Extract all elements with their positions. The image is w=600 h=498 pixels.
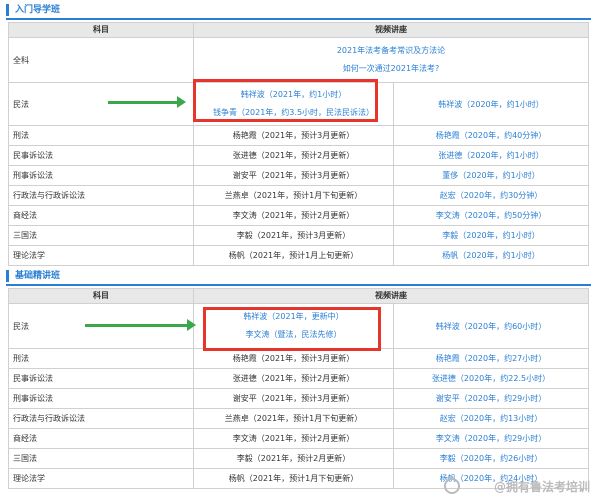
video-link[interactable]: 董侈（2020年，约1小时）	[393, 165, 589, 186]
table-header-row: 科目 视频讲座	[8, 22, 589, 38]
video-link[interactable]: 谢安平（2020年，约29小时）	[393, 388, 589, 409]
video-cell-2021: 张进德（2021年，预计2月更新）	[193, 145, 394, 166]
table-row: 行政法与行政诉讼法 兰燕卓（2021年，预计1月下旬更新） 赵宏（2020年，约13…	[8, 408, 589, 429]
table-row: 刑事诉讼法 谢安平（2021年，预计3月更新） 董侈（2020年，约1小时）	[8, 165, 589, 186]
video-cell-2021: 杨帆（2021年，预计1月下旬更新）	[193, 468, 394, 489]
video-cell-2021: 谢安平（2021年，预计3月更新）	[193, 388, 394, 409]
subject-cell: 民法	[8, 82, 194, 126]
video-link[interactable]: 杨艳霞（2020年，约40分钟）	[393, 125, 589, 146]
header-subject: 科目	[8, 22, 194, 38]
table-row: 三国法 李毅（2021年，预计3月更新） 李毅（2020年，约1小时）	[8, 225, 589, 246]
table-row: 商经法 李文涛（2021年，预计2月更新） 李文涛（2020年，约29小时）	[8, 428, 589, 449]
table-header-row: 科目 视频讲座	[8, 288, 589, 304]
video-cell-2021: 杨艳霞（2021年，预计3月更新）	[193, 348, 394, 369]
video-link[interactable]: 李毅（2020年，约1小时）	[393, 225, 589, 246]
table-row: 民事诉讼法 张进德（2021年，预计2月更新） 张进德（2020年，约1小时）	[8, 145, 589, 166]
subject-cell: 三国法	[8, 448, 194, 469]
intro-course-table: 科目 视频讲座 全科 2021年法考备考常识及方法论 如何一次通过2021年法考…	[8, 22, 589, 266]
video-cell-2021: 杨帆（2021年，预计1月上旬更新）	[193, 245, 394, 266]
header-video: 视频讲座	[193, 288, 589, 304]
video-link[interactable]: 韩祥波（2020年，约1小时）	[393, 82, 589, 126]
section-title-basic: 基础精讲班	[6, 270, 591, 286]
video-link[interactable]: 赵宏（2020年，约13小时）	[393, 408, 589, 429]
video-cell-2021: 李毅（2021年，预计2月更新）	[193, 448, 394, 469]
video-cell-2021: 杨艳霞（2021年，预计3月更新）	[193, 125, 394, 146]
subject-cell: 刑事诉讼法	[8, 165, 194, 186]
video-cell-2021: 李毅（2021年，预计3月更新）	[193, 225, 394, 246]
table-row: 全科 2021年法考备考常识及方法论 如何一次通过2021年法考?	[8, 37, 589, 83]
section-title-text: 入门导学班	[6, 4, 60, 16]
section-title-text: 基础精讲班	[6, 270, 60, 282]
highlight-box	[203, 307, 381, 351]
subject-cell: 商经法	[8, 428, 194, 449]
video-cell-2021: 李文涛（2021年，预计2月更新）	[193, 428, 394, 449]
video-link[interactable]: 张进德（2020年，约1小时）	[393, 145, 589, 166]
subject-cell: 行政法与行政诉讼法	[8, 185, 194, 206]
highlight-box	[193, 79, 378, 122]
video-link[interactable]: 如何一次通过2021年法考?	[198, 60, 584, 78]
subject-cell: 行政法与行政诉讼法	[8, 408, 194, 429]
video-cell-2021: 李文涛（2021年，预计2月更新）	[193, 205, 394, 226]
table-row: 刑事诉讼法 谢安平（2021年，预计3月更新） 谢安平（2020年，约29小时）	[8, 388, 589, 409]
table-row: 刑法 杨艳霞（2021年，预计3月更新） 杨艳霞（2020年，约40分钟）	[8, 125, 589, 146]
subject-cell: 民事诉讼法	[8, 368, 194, 389]
green-arrow	[108, 96, 186, 108]
table-row: 行政法与行政诉讼法 兰燕卓（2021年，预计1月下旬更新） 赵宏（2020年，约30…	[8, 185, 589, 206]
subject-cell: 刑事诉讼法	[8, 388, 194, 409]
subject-cell: 全科	[8, 37, 194, 83]
table-row: 三国法 李毅（2021年，预计2月更新） 李毅（2020年，约26小时）	[8, 448, 589, 469]
video-link[interactable]: 杨艳霞（2020年，约27小时）	[393, 348, 589, 369]
green-arrow	[85, 319, 196, 331]
video-cell: 2021年法考备考常识及方法论 如何一次通过2021年法考?	[193, 37, 589, 83]
table-row: 刑法 杨艳霞（2021年，预计3月更新） 杨艳霞（2020年，约27小时）	[8, 348, 589, 369]
video-link[interactable]: 杨帆（2020年，约1小时）	[393, 245, 589, 266]
video-link[interactable]: 韩祥波（2020年，约60小时）	[393, 303, 589, 349]
video-cell-2021: 兰燕卓（2021年，预计1月下旬更新）	[193, 408, 394, 429]
watermark: @拥有鲁法考培训	[493, 480, 590, 494]
subject-cell: 刑法	[8, 125, 194, 146]
section-title-intro: 入门导学班	[6, 4, 591, 20]
video-link[interactable]: 李文涛（2020年，约29小时）	[393, 428, 589, 449]
subject-cell: 三国法	[8, 225, 194, 246]
table-row: 民事诉讼法 张进德（2021年，预计2月更新） 张进德（2020年，约22.5小时）	[8, 368, 589, 389]
video-link[interactable]: 李毅（2020年，约26小时）	[393, 448, 589, 469]
header-subject: 科目	[8, 288, 194, 304]
subject-cell: 刑法	[8, 348, 194, 369]
video-link[interactable]: 张进德（2020年，约22.5小时）	[393, 368, 589, 389]
video-cell-2021: 兰燕卓（2021年，预计1月下旬更新）	[193, 185, 394, 206]
subject-cell: 商经法	[8, 205, 194, 226]
subject-cell: 理论法学	[8, 245, 194, 266]
video-link[interactable]: 李文涛（2020年，约50分钟）	[393, 205, 589, 226]
video-cell-2021: 谢安平（2021年，预计3月更新）	[193, 165, 394, 186]
table-row: 理论法学 杨帆（2021年，预计1月上旬更新） 杨帆（2020年，约1小时）	[8, 245, 589, 266]
table-row: 商经法 李文涛（2021年，预计2月更新） 李文涛（2020年，约50分钟）	[8, 205, 589, 226]
header-video: 视频讲座	[193, 22, 589, 38]
subject-cell: 理论法学	[8, 468, 194, 489]
video-link[interactable]: 赵宏（2020年，约30分钟）	[393, 185, 589, 206]
weibo-icon	[444, 478, 460, 494]
video-cell-2021: 张进德（2021年，预计2月更新）	[193, 368, 394, 389]
subject-cell: 民事诉讼法	[8, 145, 194, 166]
video-link[interactable]: 2021年法考备考常识及方法论	[198, 42, 584, 60]
